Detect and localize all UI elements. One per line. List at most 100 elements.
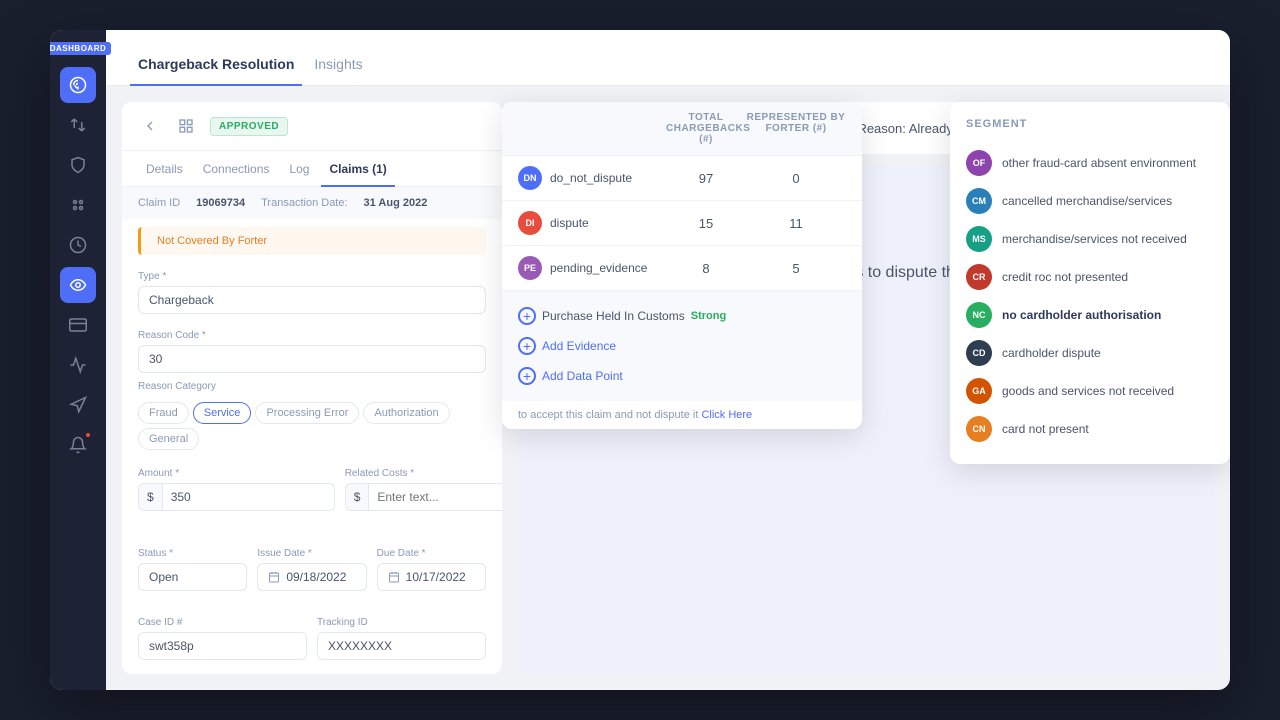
table-row: PE pending_evidence 8 5 xyxy=(502,246,862,291)
not-covered-notice: Not Covered By Forter xyxy=(138,227,486,255)
seg-cd-label: cardholder dispute xyxy=(1002,346,1101,360)
seg-of-label: other fraud-card absent environment xyxy=(1002,156,1196,170)
sidebar-icon-arrows[interactable] xyxy=(60,107,96,143)
sidebar-icon-chart[interactable] xyxy=(60,347,96,383)
pending-represented: 5 xyxy=(746,261,846,276)
top-nav: Chargeback Resolution Insights xyxy=(106,30,1230,86)
claim-id-label: Claim ID xyxy=(138,197,180,209)
do-not-dispute-label: do_not_dispute xyxy=(550,171,632,185)
related-costs-wrapper: $ xyxy=(345,483,502,511)
do-not-dispute-total: 97 xyxy=(666,171,746,186)
add-data-point-label: Add Data Point xyxy=(542,369,623,383)
due-date-input[interactable]: 10/17/2022 xyxy=(377,563,486,591)
sub-tab-log[interactable]: Log xyxy=(281,152,317,187)
segment-item: CR credit roc not presented xyxy=(966,258,1214,296)
purchase-held-add-icon[interactable]: + xyxy=(518,307,536,325)
panel-header: APPROVED xyxy=(122,102,502,151)
pending-total: 8 xyxy=(666,261,746,276)
status-dates-row: Status * Open Issue Date * 09/ xyxy=(122,540,502,609)
add-evidence-label: Add Evidence xyxy=(542,339,616,353)
seg-cr-label: credit roc not presented xyxy=(1002,270,1128,284)
approved-badge: APPROVED xyxy=(210,117,288,136)
col3-header: REPRESENTED BY FORTER (#) xyxy=(746,112,846,145)
add-data-point-action[interactable]: + Add Data Point xyxy=(518,361,846,391)
sidebar-icon-active-eye[interactable] xyxy=(60,267,96,303)
seg-ms-avatar: MS xyxy=(966,226,992,252)
seg-cn-avatar: CN xyxy=(966,416,992,442)
sidebar-icon-credit-card[interactable] xyxy=(60,307,96,343)
sidebar-icon-clock[interactable] xyxy=(60,227,96,263)
sub-tab-claims[interactable]: Claims (1) xyxy=(321,152,394,187)
issue-date-input[interactable]: 09/18/2022 xyxy=(257,563,366,591)
left-panel: APPROVED Details Connections Log Claims … xyxy=(122,102,502,674)
sidebar-icon-notification[interactable] xyxy=(60,427,96,463)
segment-title: SEGMENT xyxy=(966,118,1214,130)
due-date-label: Due Date * xyxy=(377,548,486,559)
type-label: Type * xyxy=(138,271,486,282)
tab-chargeback-resolution[interactable]: Chargeback Resolution xyxy=(130,42,302,86)
segment-item: GA goods and services not received xyxy=(966,372,1214,410)
claim-id-value: 19069734 xyxy=(196,197,245,209)
seg-ms-label: merchandise/services not received xyxy=(1002,232,1187,246)
sidebar-icon-flag[interactable] xyxy=(60,387,96,423)
tracking-id-input[interactable] xyxy=(317,632,486,660)
amount-input[interactable] xyxy=(163,484,334,510)
due-date-value: 10/17/2022 xyxy=(406,570,466,584)
sidebar-icon-fingerprint[interactable] xyxy=(60,67,96,103)
segment-item: OF other fraud-card absent environment xyxy=(966,144,1214,182)
segment-item: CN card not present xyxy=(966,410,1214,448)
cat-fraud[interactable]: Fraud xyxy=(138,402,189,424)
seg-cm-avatar: CM xyxy=(966,188,992,214)
sub-tabs: Details Connections Log Claims (1) xyxy=(122,151,502,187)
chargeback-overlay-panel: TOTAL CHARGEBACKS (#) REPRESENTED BY FOR… xyxy=(502,102,862,429)
sidebar: DASHBOARD xyxy=(50,30,106,690)
tracking-id-label: Tracking ID xyxy=(317,617,486,628)
reason-code-section: Reason Code * xyxy=(122,322,502,381)
segment-item-nc: NC no cardholder authorisation xyxy=(966,296,1214,334)
sub-tab-connections[interactable]: Connections xyxy=(195,152,278,187)
cat-general[interactable]: General xyxy=(138,428,199,450)
table-row: DN do_not_dispute 97 0 xyxy=(502,156,862,201)
purchase-held-text: Purchase Held In Customs xyxy=(542,309,685,323)
back-button[interactable] xyxy=(138,114,162,138)
amount-label: Amount * xyxy=(138,468,335,479)
case-tracking-row: Case ID # Tracking ID xyxy=(122,609,502,674)
related-costs-input[interactable] xyxy=(369,484,502,510)
type-select[interactable]: Chargeback xyxy=(138,286,486,314)
seg-nc-label: no cardholder authorisation xyxy=(1002,308,1161,322)
add-evidence-icon: + xyxy=(518,337,536,355)
reason-categories: Fraud Service Processing Error Authoriza… xyxy=(122,402,502,450)
transaction-date-label: Transaction Date: xyxy=(261,197,347,209)
cat-processing-error[interactable]: Processing Error xyxy=(255,402,359,424)
related-dollar-prefix: $ xyxy=(346,484,370,510)
dispute-label: dispute xyxy=(550,216,589,230)
dispute-total: 15 xyxy=(666,216,746,231)
add-evidence-action[interactable]: + Add Evidence xyxy=(518,331,846,361)
seg-nc-avatar: NC xyxy=(966,302,992,328)
sub-tab-details[interactable]: Details xyxy=(138,152,191,187)
purchase-held-item: + Purchase Held In Customs Strong xyxy=(518,301,846,331)
amounts-row: Amount * $ Related Costs * $ xyxy=(122,460,502,540)
reason-code-input[interactable] xyxy=(138,345,486,373)
cat-service[interactable]: Service xyxy=(193,402,252,424)
dispute-represented: 11 xyxy=(746,216,846,231)
status-label: Status * xyxy=(138,548,247,559)
segment-panel: SEGMENT OF other fraud-card absent envir… xyxy=(950,102,1230,464)
sidebar-icon-shield[interactable] xyxy=(60,147,96,183)
table-header: TOTAL CHARGEBACKS (#) REPRESENTED BY FOR… xyxy=(502,102,862,156)
grid-view-button[interactable] xyxy=(174,114,198,138)
status-select[interactable]: Open xyxy=(138,563,247,591)
seg-of-avatar: OF xyxy=(966,150,992,176)
claim-id-row: Claim ID 19069734 Transaction Date: 31 A… xyxy=(122,187,502,219)
dashboard-badge: DASHBOARD xyxy=(50,42,111,55)
related-costs-label: Related Costs * xyxy=(345,468,502,479)
tab-insights[interactable]: Insights xyxy=(306,42,370,86)
cat-authorization[interactable]: Authorization xyxy=(363,402,449,424)
case-id-input[interactable] xyxy=(138,632,307,660)
pending-evidence-label: pending_evidence xyxy=(550,261,647,275)
sidebar-icon-grid[interactable] xyxy=(60,187,96,223)
click-here-link[interactable]: Click Here xyxy=(701,409,752,421)
app-container: DASHBOARD xyxy=(50,30,1230,690)
seg-cd-avatar: CD xyxy=(966,340,992,366)
amount-input-wrapper: $ xyxy=(138,483,335,511)
